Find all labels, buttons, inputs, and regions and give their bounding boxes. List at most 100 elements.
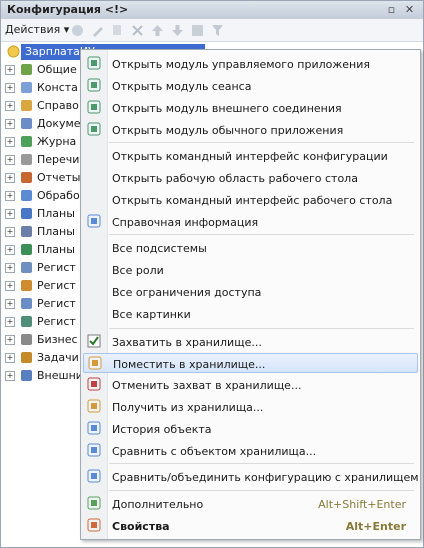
expand-toggle[interactable]: + bbox=[5, 137, 15, 147]
tree-node-icon bbox=[20, 279, 33, 292]
menu-item[interactable]: Открыть модуль обычного приложения bbox=[83, 120, 418, 140]
window-title: Конфигурация <!> bbox=[7, 3, 129, 16]
menu-shortcut: Alt+Enter bbox=[345, 520, 406, 533]
menu-item-label: Открыть модуль внешнего соединения bbox=[112, 102, 342, 115]
menu-item[interactable]: Открыть командный интерфейс рабочего сто… bbox=[83, 190, 418, 210]
menu-item-label: Все роли bbox=[112, 264, 164, 277]
get-icon bbox=[87, 399, 103, 415]
delete-icon[interactable] bbox=[129, 22, 145, 38]
menu-separator bbox=[109, 490, 414, 491]
list-icon[interactable] bbox=[189, 22, 205, 38]
menu-item[interactable]: Открыть командный интерфейс конфигурации bbox=[83, 146, 418, 166]
menu-item-label: Открыть модуль сеанса bbox=[112, 80, 252, 93]
menu-item-label: Отменить захват в хранилище... bbox=[112, 379, 302, 392]
tree-node-icon bbox=[20, 99, 33, 112]
menu-item[interactable]: Все подсистемы bbox=[83, 238, 418, 258]
move-up-icon[interactable] bbox=[149, 22, 165, 38]
edit-icon[interactable] bbox=[89, 22, 105, 38]
menu-item[interactable]: Все картинки bbox=[83, 304, 418, 324]
expand-toggle[interactable]: + bbox=[5, 155, 15, 165]
menu-item[interactable]: Сравнить/объединить конфигурацию с храни… bbox=[83, 467, 419, 487]
copy-icon[interactable] bbox=[109, 22, 125, 38]
menu-item-label: Открыть рабочую область рабочего стола bbox=[112, 172, 358, 185]
menu-item-label: Все картинки bbox=[112, 308, 191, 321]
menu-item[interactable]: Захватить в хранилище... bbox=[83, 332, 418, 352]
move-down-icon[interactable] bbox=[169, 22, 185, 38]
tree-node-icon bbox=[20, 333, 33, 346]
expand-toggle[interactable]: + bbox=[5, 227, 15, 237]
menu-item[interactable]: Открыть модуль внешнего соединения bbox=[83, 98, 418, 118]
menu-item-label: Свойства bbox=[112, 520, 170, 533]
expand-toggle[interactable]: + bbox=[5, 353, 15, 363]
menu-item-label: Получить из хранилища... bbox=[112, 401, 264, 414]
toolbar: Действия ▾ bbox=[1, 19, 423, 42]
menu-separator bbox=[109, 328, 414, 329]
expand-toggle[interactable]: + bbox=[5, 371, 15, 381]
expand-toggle[interactable]: + bbox=[5, 65, 15, 75]
tree-node-label: Перечи bbox=[37, 153, 80, 166]
expand-toggle[interactable]: + bbox=[5, 245, 15, 255]
tree-node-label: Задачи bbox=[37, 351, 79, 364]
menu-item-label: Все подсистемы bbox=[112, 242, 207, 255]
menu-item[interactable]: Открыть модуль управляемого приложения bbox=[83, 54, 418, 74]
history-icon bbox=[87, 421, 103, 437]
tree-node-label: Конста bbox=[37, 81, 78, 94]
expand-toggle[interactable]: + bbox=[5, 119, 15, 129]
menu-item[interactable]: Получить из хранилища... bbox=[83, 397, 418, 417]
tree-node-icon bbox=[20, 261, 33, 274]
expand-toggle[interactable]: + bbox=[5, 173, 15, 183]
module-icon bbox=[87, 100, 103, 116]
expand-toggle[interactable]: + bbox=[5, 281, 15, 291]
tree-node-label: Регист bbox=[37, 297, 76, 310]
expand-toggle[interactable]: + bbox=[5, 317, 15, 327]
expand-toggle[interactable]: + bbox=[5, 263, 15, 273]
menu-item[interactable]: Сравнить с объектом хранилища... bbox=[83, 441, 418, 461]
tree-node-icon bbox=[20, 135, 33, 148]
menu-item[interactable]: Все ограничения доступа bbox=[83, 282, 418, 302]
add-icon[interactable] bbox=[69, 22, 85, 38]
tree-node-label: Справо bbox=[37, 99, 79, 112]
configuration-window: Конфигурация <!> ▫ ✕ Действия ▾ Зарплата… bbox=[0, 0, 424, 548]
tree-node-label: Планы bbox=[37, 225, 75, 238]
tree-node-label: Регист bbox=[37, 315, 76, 328]
filter-icon[interactable] bbox=[209, 22, 225, 38]
menu-item-label: Дополнительно bbox=[112, 498, 204, 511]
menu-item[interactable]: Открыть рабочую область рабочего стола bbox=[83, 168, 418, 188]
menu-separator bbox=[109, 234, 414, 235]
menu-item[interactable]: Отменить захват в хранилище... bbox=[83, 375, 418, 395]
menu-item[interactable]: Все роли bbox=[83, 260, 418, 280]
expand-toggle[interactable]: + bbox=[5, 83, 15, 93]
tree-node-icon bbox=[20, 369, 33, 382]
menu-item[interactable]: Поместить в хранилище... bbox=[83, 353, 418, 373]
expand-toggle[interactable]: + bbox=[5, 209, 15, 219]
expand-toggle[interactable]: + bbox=[5, 191, 15, 201]
checkbox-icon bbox=[87, 334, 103, 350]
merge-icon bbox=[87, 469, 103, 485]
menu-item-label: Справочная информация bbox=[112, 216, 259, 229]
expand-toggle[interactable]: + bbox=[5, 335, 15, 345]
tree-node-label: Журна bbox=[37, 135, 77, 148]
menu-item[interactable]: Дополнительно Alt+Shift+Enter bbox=[83, 494, 418, 514]
actions-menu-button[interactable]: Действия ▾ bbox=[5, 23, 69, 36]
close-button[interactable]: ✕ bbox=[402, 2, 417, 17]
tree-node-label: Регист bbox=[37, 279, 76, 292]
compare-icon bbox=[87, 443, 103, 459]
menu-item[interactable]: История объекта bbox=[83, 419, 418, 439]
tree-node-icon bbox=[20, 315, 33, 328]
pin-button[interactable]: ▫ bbox=[384, 2, 399, 17]
menu-item[interactable]: Справочная информация bbox=[83, 212, 418, 232]
menu-item[interactable]: Открыть модуль сеанса bbox=[83, 76, 418, 96]
tree-node-icon bbox=[20, 63, 33, 76]
context-menu: Открыть модуль управляемого приложения От… bbox=[80, 49, 421, 540]
expand-toggle[interactable]: + bbox=[5, 299, 15, 309]
tree-node-label: Бизнес bbox=[37, 333, 78, 346]
menu-item[interactable]: Свойства Alt+Enter bbox=[83, 516, 418, 536]
menu-item-label: История объекта bbox=[112, 423, 212, 436]
tree-node-icon bbox=[20, 117, 33, 130]
undo-icon bbox=[87, 377, 103, 393]
menu-item-label: Открыть командный интерфейс рабочего сто… bbox=[112, 194, 393, 207]
expand-toggle[interactable]: + bbox=[5, 101, 15, 111]
tree-node-icon bbox=[20, 243, 33, 256]
tree-node-icon bbox=[20, 225, 33, 238]
tree-node-icon bbox=[20, 81, 33, 94]
